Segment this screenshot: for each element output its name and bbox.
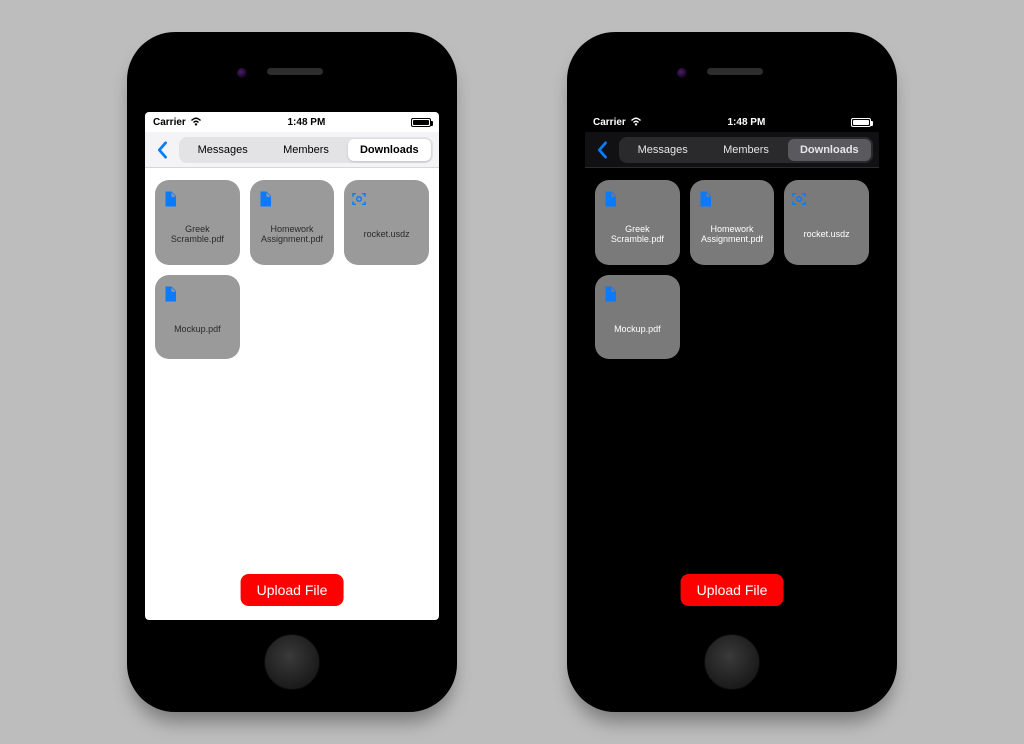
upload-file-button[interactable]: Upload File <box>241 574 344 606</box>
file-name: Mockup.pdf <box>174 305 221 354</box>
tab-downloads[interactable]: Downloads <box>348 139 431 161</box>
file-tile[interactable]: rocket.usdz <box>784 180 869 265</box>
earpiece <box>707 68 763 75</box>
nav-bar: Messages Members Downloads <box>145 132 439 168</box>
back-chevron-icon[interactable] <box>591 139 613 161</box>
tab-members[interactable]: Members <box>704 139 787 161</box>
clock-label: 1:48 PM <box>728 117 766 128</box>
screen-dark: Carrier 1:48 PM Messages Members Downloa… <box>585 112 879 620</box>
battery-icon <box>851 118 871 127</box>
file-name: Mockup.pdf <box>614 305 661 354</box>
carrier-label: Carrier <box>153 117 186 128</box>
status-bar: Carrier 1:48 PM <box>145 112 439 132</box>
tab-messages[interactable]: Messages <box>181 139 264 161</box>
back-chevron-icon[interactable] <box>151 139 173 161</box>
segmented-control: Messages Members Downloads <box>179 137 433 163</box>
clock-label: 1:48 PM <box>288 117 326 128</box>
document-icon <box>256 190 274 208</box>
tab-label: Members <box>283 144 329 156</box>
wifi-icon <box>630 116 642 129</box>
camera-dot <box>677 68 687 78</box>
document-icon <box>601 190 619 208</box>
file-tile[interactable]: Greek Scramble.pdf <box>595 180 680 265</box>
file-tile[interactable]: rocket.usdz <box>344 180 429 265</box>
file-tile[interactable]: Greek Scramble.pdf <box>155 180 240 265</box>
phone-frame-light: Carrier 1:48 PM Messages Members Downloa… <box>127 32 457 712</box>
file-name: Homework Assignment.pdf <box>256 210 329 259</box>
file-name: rocket.usdz <box>804 210 850 259</box>
downloads-content: Greek Scramble.pdf Homework Assignment.p… <box>585 168 879 620</box>
tab-label: Messages <box>638 144 688 156</box>
tab-label: Downloads <box>360 144 419 156</box>
tab-messages[interactable]: Messages <box>621 139 704 161</box>
document-icon <box>161 190 179 208</box>
file-name: Greek Scramble.pdf <box>161 210 234 259</box>
camera-dot <box>237 68 247 78</box>
tab-label: Downloads <box>800 144 859 156</box>
file-name: Homework Assignment.pdf <box>696 210 769 259</box>
file-tile[interactable]: Homework Assignment.pdf <box>250 180 335 265</box>
file-tile[interactable]: Homework Assignment.pdf <box>690 180 775 265</box>
arkit-icon <box>790 190 808 208</box>
arkit-icon <box>350 190 368 208</box>
tab-label: Messages <box>198 144 248 156</box>
tab-downloads[interactable]: Downloads <box>788 139 871 161</box>
upload-button-label: Upload File <box>697 582 768 598</box>
status-bar: Carrier 1:48 PM <box>585 112 879 132</box>
document-icon <box>601 285 619 303</box>
wifi-icon <box>190 116 202 129</box>
home-button[interactable] <box>704 634 760 690</box>
nav-bar: Messages Members Downloads <box>585 132 879 168</box>
battery-icon <box>411 118 431 127</box>
document-icon <box>696 190 714 208</box>
document-icon <box>161 285 179 303</box>
file-tile[interactable]: Mockup.pdf <box>595 275 680 360</box>
upload-button-label: Upload File <box>257 582 328 598</box>
carrier-label: Carrier <box>593 117 626 128</box>
screen-light: Carrier 1:48 PM Messages Members Downloa… <box>145 112 439 620</box>
file-grid: Greek Scramble.pdf Homework Assignment.p… <box>155 180 429 359</box>
home-button[interactable] <box>264 634 320 690</box>
file-name: rocket.usdz <box>364 210 410 259</box>
upload-file-button[interactable]: Upload File <box>681 574 784 606</box>
file-grid: Greek Scramble.pdf Homework Assignment.p… <box>595 180 869 359</box>
file-tile[interactable]: Mockup.pdf <box>155 275 240 360</box>
earpiece <box>267 68 323 75</box>
tab-members[interactable]: Members <box>264 139 347 161</box>
tab-label: Members <box>723 144 769 156</box>
phone-frame-dark: Carrier 1:48 PM Messages Members Downloa… <box>567 32 897 712</box>
downloads-content: Greek Scramble.pdf Homework Assignment.p… <box>145 168 439 620</box>
file-name: Greek Scramble.pdf <box>601 210 674 259</box>
segmented-control: Messages Members Downloads <box>619 137 873 163</box>
